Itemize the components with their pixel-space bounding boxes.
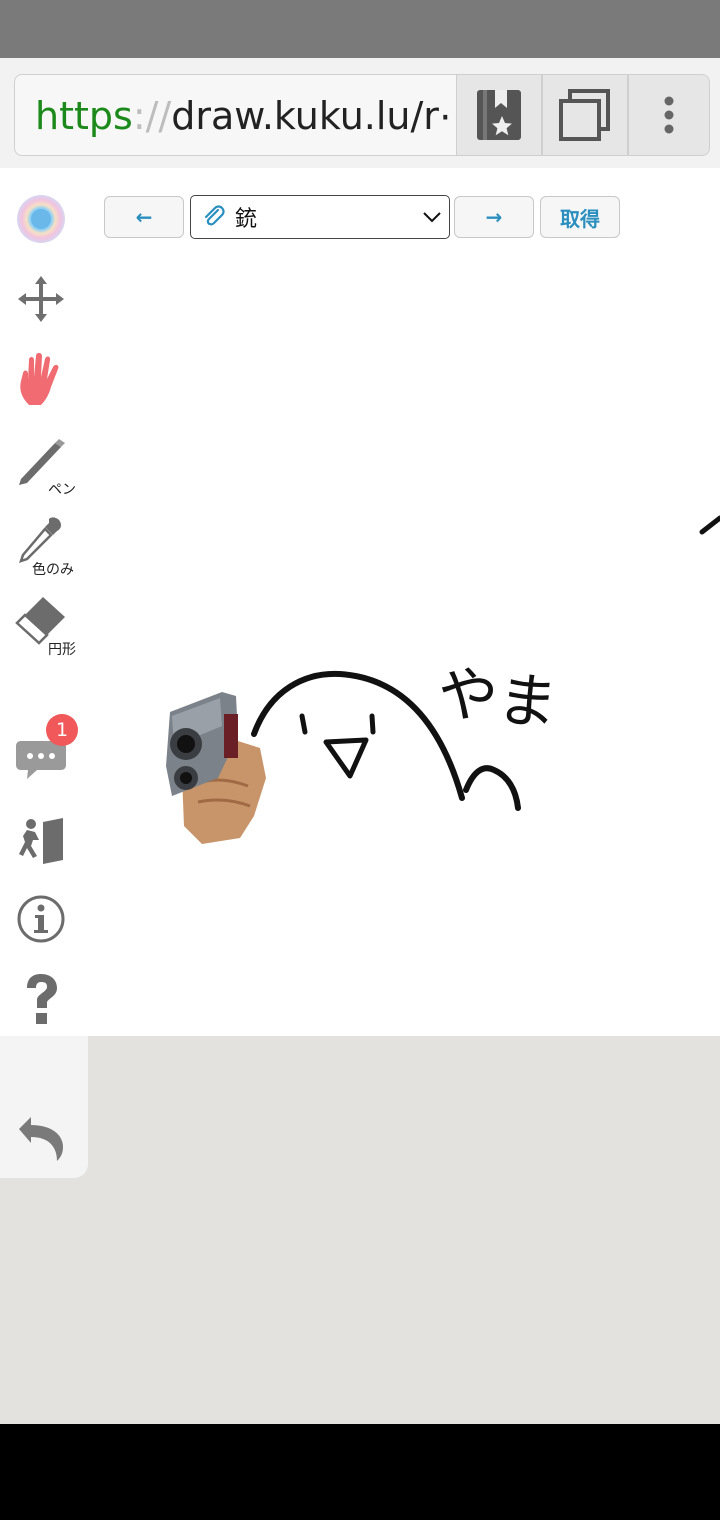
url-text: draw.kuku.lu/r⋯ (171, 94, 456, 138)
bookmark-button[interactable] (456, 74, 542, 156)
question-mark-icon (27, 974, 57, 1024)
url-separator: :// (132, 94, 172, 138)
bookmark-star-icon (477, 90, 521, 140)
menu-button[interactable] (628, 74, 710, 156)
info-button[interactable] (10, 888, 72, 950)
browser-toolbar: https://draw.kuku.lu/r⋯ (0, 58, 720, 169)
exit-door-icon (19, 818, 63, 864)
stamp-select[interactable]: 銃 (190, 195, 450, 239)
chevron-down-icon (423, 212, 441, 223)
color-picker-button[interactable] (10, 188, 72, 250)
system-nav-bar (0, 1424, 720, 1520)
pencil-icon (19, 439, 65, 485)
doodle-text: やま (434, 657, 561, 741)
url-scheme: https (35, 94, 133, 138)
exit-button[interactable] (10, 810, 72, 872)
paperclip-icon (204, 205, 225, 226)
url-field[interactable]: https://draw.kuku.lu/r⋯ (14, 74, 456, 156)
tabs-button[interactable] (542, 74, 628, 156)
prev-button[interactable]: ← (104, 196, 184, 238)
undo-button[interactable] (10, 1108, 72, 1170)
color-wheel-icon (17, 195, 65, 243)
hand-icon (20, 353, 59, 405)
move-tool[interactable] (10, 268, 72, 330)
undo-icon (19, 1117, 63, 1161)
more-vert-icon (664, 96, 674, 134)
dropper-label: 色のみ (32, 562, 74, 578)
eraser-label: 円形 (48, 642, 76, 658)
chat-badge: 1 (46, 714, 78, 746)
get-button[interactable]: 取得 (540, 196, 620, 238)
canvas-drawing (251, 515, 720, 811)
info-icon (17, 895, 65, 943)
help-button[interactable] (10, 968, 72, 1030)
move-icon (18, 276, 64, 322)
gun-stamp-image (166, 692, 266, 844)
next-button[interactable]: → (454, 196, 534, 238)
eyedropper-icon (19, 517, 61, 563)
status-bar (0, 0, 720, 58)
tabs-icon (559, 89, 610, 141)
eraser-icon (15, 597, 65, 645)
stamp-select-value: 銃 (235, 207, 258, 232)
hand-tool[interactable] (10, 348, 72, 410)
pen-label: ペン (48, 482, 76, 498)
